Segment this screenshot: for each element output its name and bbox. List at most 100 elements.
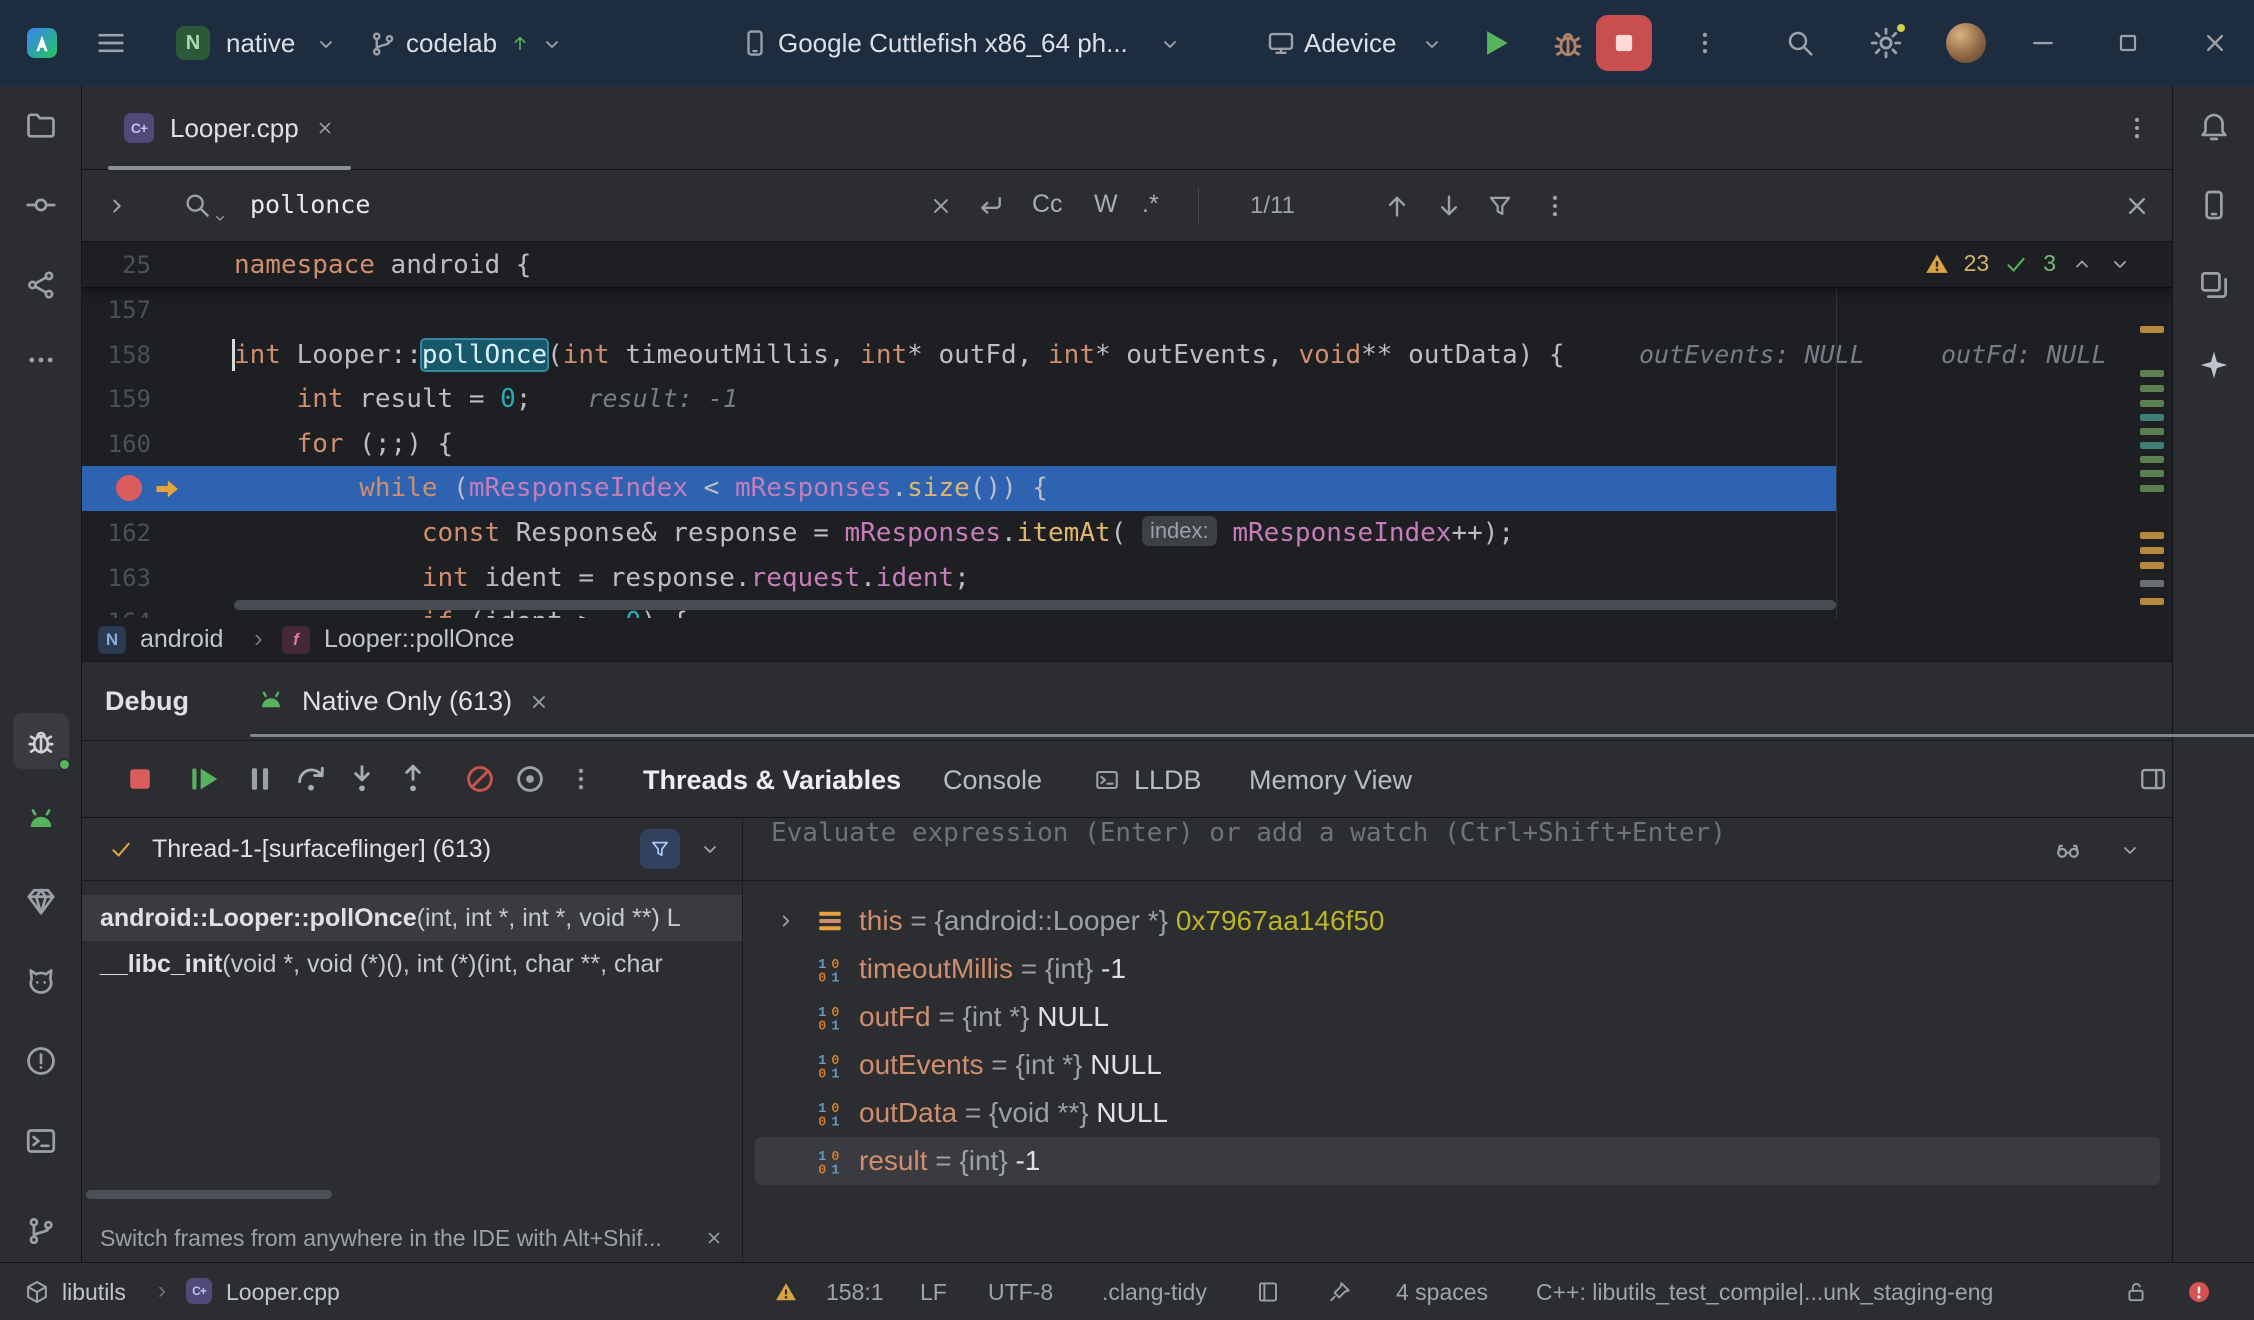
- breakpoint-icon[interactable]: [116, 475, 142, 501]
- thread-chevron-icon[interactable]: [698, 837, 722, 861]
- indent-setting[interactable]: 4 spaces: [1396, 1279, 1488, 1306]
- pause-program-icon[interactable]: [242, 761, 278, 797]
- stripe-mark[interactable]: [2140, 428, 2164, 435]
- more-actions-icon[interactable]: [1690, 28, 1720, 58]
- gutter[interactable]: 163: [82, 556, 234, 601]
- search-filter-icon[interactable]: [1486, 192, 1514, 220]
- evaluate-bar[interactable]: Evaluate expression (Enter) or add a wat…: [743, 818, 2172, 881]
- run-button[interactable]: [1476, 24, 1514, 62]
- maximize-button[interactable]: [2114, 29, 2142, 57]
- debug-session-tab[interactable]: Native Only (613): [242, 662, 2254, 741]
- clang-tidy-widget[interactable]: .clang-tidy: [1102, 1279, 1207, 1306]
- running-devices-tool-icon[interactable]: [24, 804, 58, 838]
- stripe-mark[interactable]: [2140, 532, 2164, 539]
- expand-icon[interactable]: [775, 910, 797, 932]
- gutter[interactable]: 157: [82, 288, 234, 333]
- app-quality-insights-tool-icon[interactable]: [24, 884, 58, 918]
- code-line-163[interactable]: 163 int ident = response.request.ident;: [82, 556, 2172, 601]
- user-avatar[interactable]: [1946, 23, 1986, 63]
- resume-program-icon[interactable]: [186, 761, 222, 797]
- search-input[interactable]: pollonce: [250, 190, 370, 219]
- terminal-tool-icon[interactable]: [24, 1124, 58, 1158]
- add-watch-icon[interactable]: [2054, 836, 2082, 864]
- tab-lldb[interactable]: LLDB: [1134, 765, 1202, 796]
- code-editor[interactable]: 25namespace android { 157158int Looper::…: [82, 242, 2172, 618]
- inspection-widget[interactable]: 23 3: [1924, 250, 2132, 277]
- gutter[interactable]: 160: [82, 422, 234, 467]
- tab-threads-variables[interactable]: Threads & Variables: [643, 765, 901, 796]
- line-number[interactable]: 157: [82, 288, 151, 333]
- code-line-159[interactable]: 159 int result = 0;result: -1: [82, 377, 2172, 422]
- debug-more-icon[interactable]: [566, 764, 596, 794]
- code-line-161[interactable]: while (mResponseIndex < mResponses.size(…: [82, 466, 2172, 511]
- stripe-mark[interactable]: [2140, 414, 2164, 421]
- stripe-mark[interactable]: [2140, 580, 2164, 587]
- breadcrumb-namespace[interactable]: android: [140, 625, 223, 654]
- gutter[interactable]: 25: [82, 242, 234, 288]
- branch-name[interactable]: codelab: [406, 28, 497, 59]
- gutter[interactable]: 164: [82, 600, 234, 618]
- status-module[interactable]: libutils: [62, 1279, 126, 1306]
- line-number[interactable]: 164: [82, 600, 151, 618]
- line-number[interactable]: 162: [82, 511, 151, 556]
- stripe-mark[interactable]: [2140, 442, 2164, 449]
- stop-process-icon[interactable]: [122, 761, 158, 797]
- device-name[interactable]: Google Cuttlefish x86_64 ph...: [778, 28, 1128, 59]
- adevice-name[interactable]: Adevice: [1304, 28, 1397, 59]
- highlighting-level-icon[interactable]: [1328, 1280, 1352, 1304]
- words-toggle[interactable]: W: [1094, 190, 1118, 219]
- notifications-icon[interactable]: [2197, 108, 2231, 142]
- adevice-chevron-icon[interactable]: [1420, 32, 1444, 56]
- device-explorer-tool-icon[interactable]: [2197, 188, 2231, 222]
- expand-replace-icon[interactable]: [104, 193, 130, 219]
- variable-row-outData[interactable]: 1001outData = {void **} NULL: [755, 1089, 2160, 1137]
- search-history-chevron-icon[interactable]: [212, 210, 228, 226]
- debug-title[interactable]: Debug: [105, 686, 189, 717]
- variable-row-this[interactable]: this = {android::Looper *} 0x7967aa146f5…: [755, 897, 2160, 945]
- run-config-chevron-icon[interactable]: [314, 32, 338, 56]
- horizontal-scrollbar[interactable]: [234, 600, 1836, 610]
- variable-row-outEvents[interactable]: 1001outEvents = {int *} NULL: [755, 1041, 2160, 1089]
- frames-scrollbar[interactable]: [86, 1190, 332, 1199]
- line-number[interactable]: 160: [82, 422, 151, 467]
- variable-row-outFd[interactable]: 1001outFd = {int *} NULL: [755, 993, 2160, 1041]
- tab-looper-cpp[interactable]: C+ Looper.cpp: [100, 86, 359, 170]
- stripe-mark[interactable]: [2140, 456, 2164, 463]
- stripe-mark[interactable]: [2140, 326, 2164, 333]
- error-notification-icon[interactable]: [2186, 1279, 2212, 1305]
- variable-row-result[interactable]: 1001result = {int} -1: [755, 1137, 2160, 1185]
- code-line-25[interactable]: 25namespace android {: [82, 242, 2172, 288]
- line-number[interactable]: 25: [82, 242, 151, 288]
- search-everywhere-icon[interactable]: [1784, 27, 1816, 59]
- code-line-158[interactable]: 158int Looper::pollOnce(int timeoutMilli…: [82, 333, 2172, 378]
- status-file[interactable]: Looper.cpp: [226, 1279, 340, 1306]
- settings-button[interactable]: [1868, 25, 1904, 61]
- frames-filter-button[interactable]: [640, 829, 680, 869]
- step-over-icon[interactable]: [293, 761, 329, 797]
- gutter[interactable]: 162: [82, 511, 234, 556]
- file-lock-icon[interactable]: [2124, 1280, 2148, 1304]
- frame-row[interactable]: __libc_init(void *, void (*)(), int (*)(…: [82, 941, 742, 987]
- code-line-157[interactable]: 157: [82, 288, 2172, 333]
- step-out-icon[interactable]: [395, 761, 431, 797]
- stop-button[interactable]: [1596, 15, 1652, 71]
- branch-chevron-icon[interactable]: [540, 32, 564, 56]
- newline-toggle-icon[interactable]: [976, 191, 1006, 221]
- mute-breakpoints-icon[interactable]: [462, 761, 498, 797]
- prev-issue-icon[interactable]: [2070, 252, 2094, 276]
- close-tab-icon[interactable]: [315, 118, 335, 138]
- file-encoding[interactable]: UTF-8: [988, 1279, 1053, 1306]
- code-line-162[interactable]: 162 const Response& response = mResponse…: [82, 511, 2172, 556]
- main-menu-icon[interactable]: [94, 26, 128, 60]
- gutter[interactable]: 159: [82, 377, 234, 422]
- git-branch-icon[interactable]: [368, 29, 398, 59]
- status-warning-icon[interactable]: [774, 1280, 798, 1304]
- close-find-bar-icon[interactable]: [2122, 191, 2152, 221]
- logcat-tool-icon[interactable]: [24, 964, 58, 998]
- code-line-160[interactable]: 160 for (;;) {: [82, 422, 2172, 467]
- commit-tool-icon[interactable]: [24, 188, 58, 222]
- layout-inspector-tool-icon[interactable]: [2197, 268, 2231, 302]
- variable-row-timeoutMillis[interactable]: 1001timeoutMillis = {int} -1: [755, 945, 2160, 993]
- evaluate-history-icon[interactable]: [2118, 838, 2142, 862]
- debug-button[interactable]: [1550, 25, 1586, 61]
